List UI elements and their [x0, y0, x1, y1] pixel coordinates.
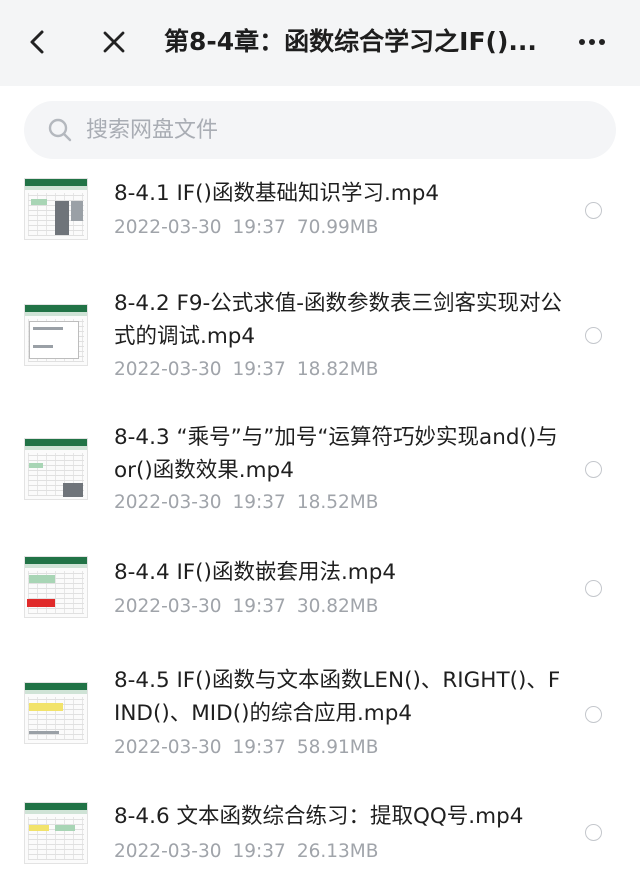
- file-name: 8-4.2 F9-公式求值-函数参数表三剑客实现对公式的调试.mp4: [114, 291, 563, 349]
- file-time: 19:37: [232, 596, 286, 617]
- file-name: 8-4.6 文本函数综合练习：提取QQ号.mp4: [114, 804, 524, 829]
- close-icon: [103, 31, 125, 53]
- select-checkbox[interactable]: [585, 580, 602, 597]
- file-date: 2022-03-30: [114, 841, 222, 862]
- file-size: 26.13MB: [296, 841, 379, 862]
- file-date: 2022-03-30: [114, 737, 222, 758]
- select-checkbox[interactable]: [585, 706, 602, 723]
- file-date: 2022-03-30: [114, 359, 222, 380]
- close-button[interactable]: [94, 22, 134, 62]
- search-bar[interactable]: [24, 101, 616, 159]
- video-thumbnail: [24, 438, 88, 500]
- file-name: 8-4.5 IF()函数与文本函数LEN()、RIGHT()、FIND()、MI…: [114, 668, 561, 726]
- file-time: 19:37: [232, 737, 286, 758]
- file-meta: 2022-03-30 19:37 18.82MB: [114, 358, 389, 382]
- select-checkbox[interactable]: [585, 461, 602, 478]
- file-meta: 2022-03-30 19:37 26.13MB: [114, 840, 389, 864]
- video-thumbnail: [24, 178, 88, 240]
- page-title: 第8-4章：函数综合学习之IF()...: [164, 27, 537, 56]
- video-thumbnail: [24, 556, 88, 618]
- more-horizontal-icon: [579, 39, 605, 45]
- select-checkbox[interactable]: [585, 202, 602, 219]
- file-time: 19:37: [232, 359, 286, 380]
- file-meta: 2022-03-30 19:37 70.99MB: [114, 216, 389, 240]
- select-checkbox[interactable]: [585, 824, 602, 841]
- file-meta: 2022-03-30 19:37 18.52MB: [114, 491, 389, 515]
- file-name: 8-4.1 IF()函数基础知识学习.mp4: [114, 181, 440, 206]
- video-thumbnail: [24, 802, 88, 864]
- file-meta: 2022-03-30 19:37 58.91MB: [114, 736, 389, 760]
- file-name: 8-4.4 IF()函数嵌套用法.mp4: [114, 560, 397, 585]
- back-button[interactable]: [18, 22, 58, 62]
- file-date: 2022-03-30: [114, 596, 222, 617]
- search-icon: [46, 116, 74, 144]
- file-time: 19:37: [232, 217, 286, 238]
- file-time: 19:37: [232, 841, 286, 862]
- more-button[interactable]: [572, 22, 612, 62]
- file-size: 18.52MB: [296, 492, 379, 513]
- file-time: 19:37: [232, 492, 286, 513]
- file-size: 30.82MB: [296, 596, 379, 617]
- file-size: 18.82MB: [296, 359, 379, 380]
- file-date: 2022-03-30: [114, 492, 222, 513]
- file-name: 8-4.3 “乘号”与”加号“运算符巧妙实现and()与or()函数效果.mp4: [114, 425, 558, 483]
- search-input[interactable]: [86, 117, 566, 143]
- top-bar: 第8-4章：函数综合学习之IF()...: [0, 0, 640, 86]
- select-checkbox[interactable]: [585, 327, 602, 344]
- file-size: 70.99MB: [296, 217, 379, 238]
- chevron-left-icon: [30, 30, 44, 54]
- file-meta: 2022-03-30 19:37 30.82MB: [114, 595, 389, 619]
- file-date: 2022-03-30: [114, 217, 222, 238]
- file-size: 58.91MB: [296, 737, 379, 758]
- video-thumbnail: [24, 304, 88, 366]
- video-thumbnail: [24, 682, 88, 744]
